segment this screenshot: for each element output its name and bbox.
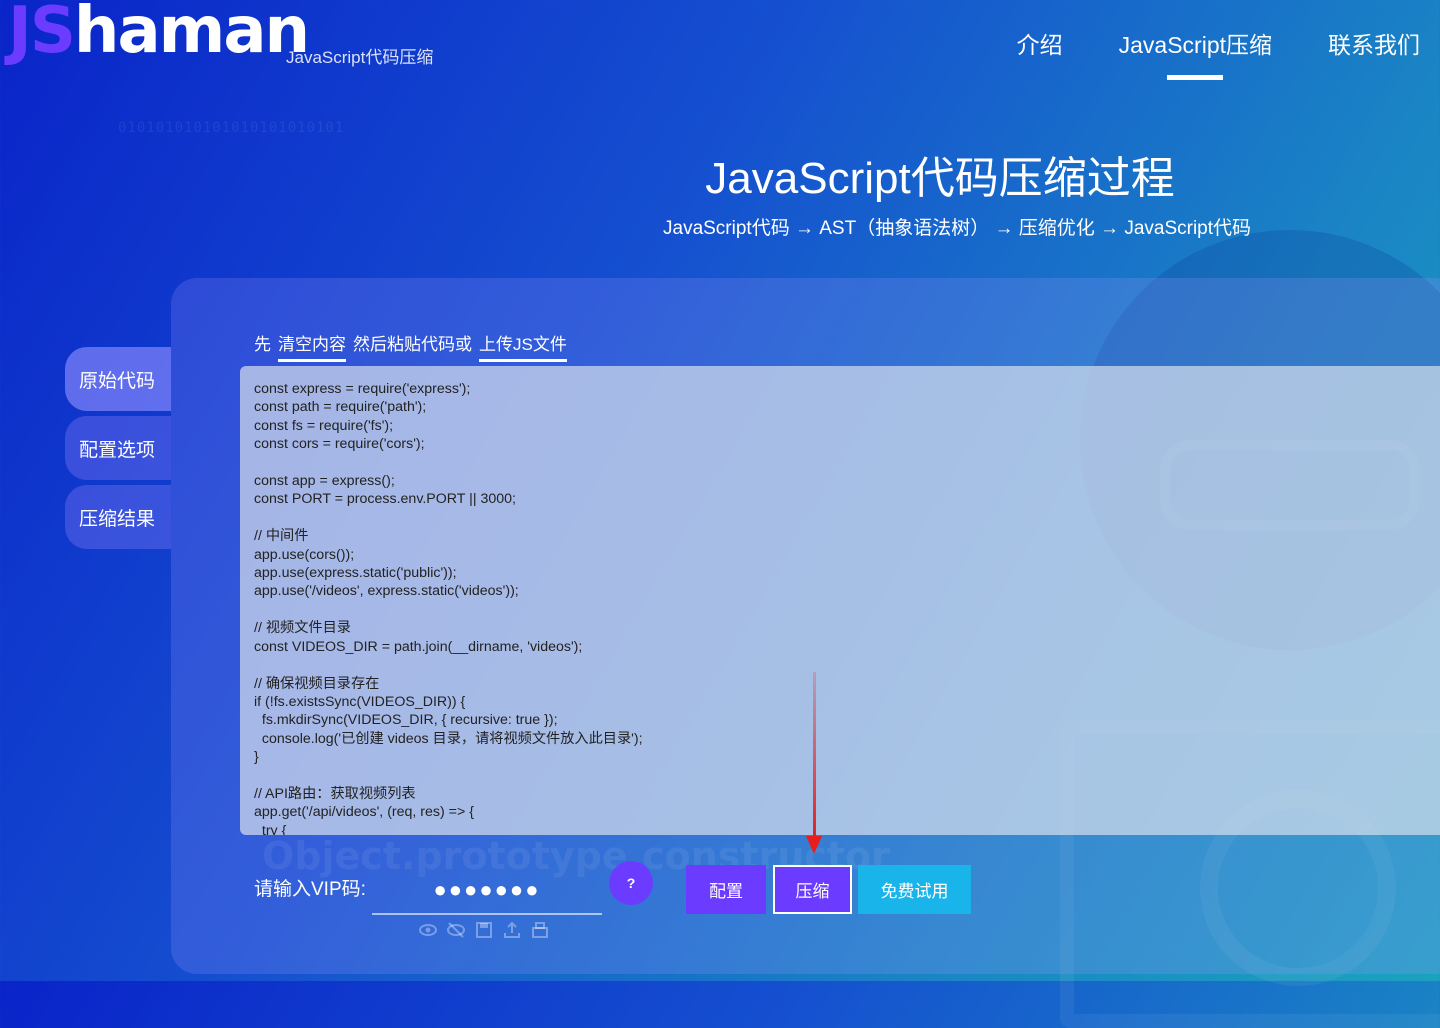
vip-tool-icons [418, 920, 550, 940]
tab-original-code[interactable]: 原始代码 [65, 347, 171, 411]
page-title: JavaScript代码压缩过程 [705, 154, 1175, 203]
background-binary-text: 010101010101010101010101 [118, 120, 345, 136]
upload-icon[interactable] [502, 920, 522, 940]
upload-js-link[interactable]: 上传JS文件 [479, 330, 567, 362]
print-icon[interactable] [530, 920, 550, 940]
annotation-arrow-line [813, 672, 816, 840]
eye-icon[interactable] [418, 920, 438, 940]
annotation-arrow-head [806, 836, 822, 854]
vip-help-button[interactable]: ? [609, 861, 653, 905]
logo-js-part: JS [8, 0, 76, 68]
hint-prefix: 先 [254, 335, 271, 354]
code-editor[interactable]: const express = require('express'); cons… [240, 366, 1440, 835]
save-icon[interactable] [474, 920, 494, 940]
tab-compress-result[interactable]: 压缩结果 [65, 485, 171, 549]
compress-button[interactable]: 压缩 [773, 865, 852, 914]
eye-off-icon[interactable] [446, 920, 466, 940]
tab-config-options[interactable]: 配置选项 [65, 416, 171, 480]
logo-subtitle: JavaScript代码压缩 [286, 48, 434, 67]
main-nav: 介绍 JavaScript压缩 联系我们 [961, 26, 1420, 60]
nav-item-contact[interactable]: 联系我们 [1328, 26, 1420, 60]
editor-hint: 先 清空内容 然后粘贴代码或 上传JS文件 [254, 330, 570, 362]
code-content[interactable]: const express = require('express'); cons… [240, 366, 1440, 835]
nav-item-intro[interactable]: 介绍 [1017, 26, 1063, 60]
process-subtitle: JavaScript代码 → AST（抽象语法树） → 压缩优化 → JavaS… [663, 218, 1252, 239]
side-tabs: 原始代码 配置选项 压缩结果 [65, 347, 171, 554]
config-button[interactable]: 配置 [686, 865, 766, 914]
free-trial-button[interactable]: 免费试用 [858, 865, 971, 914]
clear-content-link[interactable]: 清空内容 [278, 330, 346, 362]
site-header: JShaman JavaScript代码压缩 介绍 JavaScript压缩 联… [0, 0, 1440, 90]
logo-text-part: haman [73, 0, 310, 68]
nav-item-js-compress[interactable]: JavaScript压缩 [1119, 26, 1272, 60]
vip-label: 请输入VIP码: [254, 879, 366, 900]
vip-code-input[interactable] [372, 867, 602, 915]
logo[interactable]: JShaman [8, 0, 310, 68]
hint-middle: 然后粘贴代码或 [353, 335, 472, 354]
